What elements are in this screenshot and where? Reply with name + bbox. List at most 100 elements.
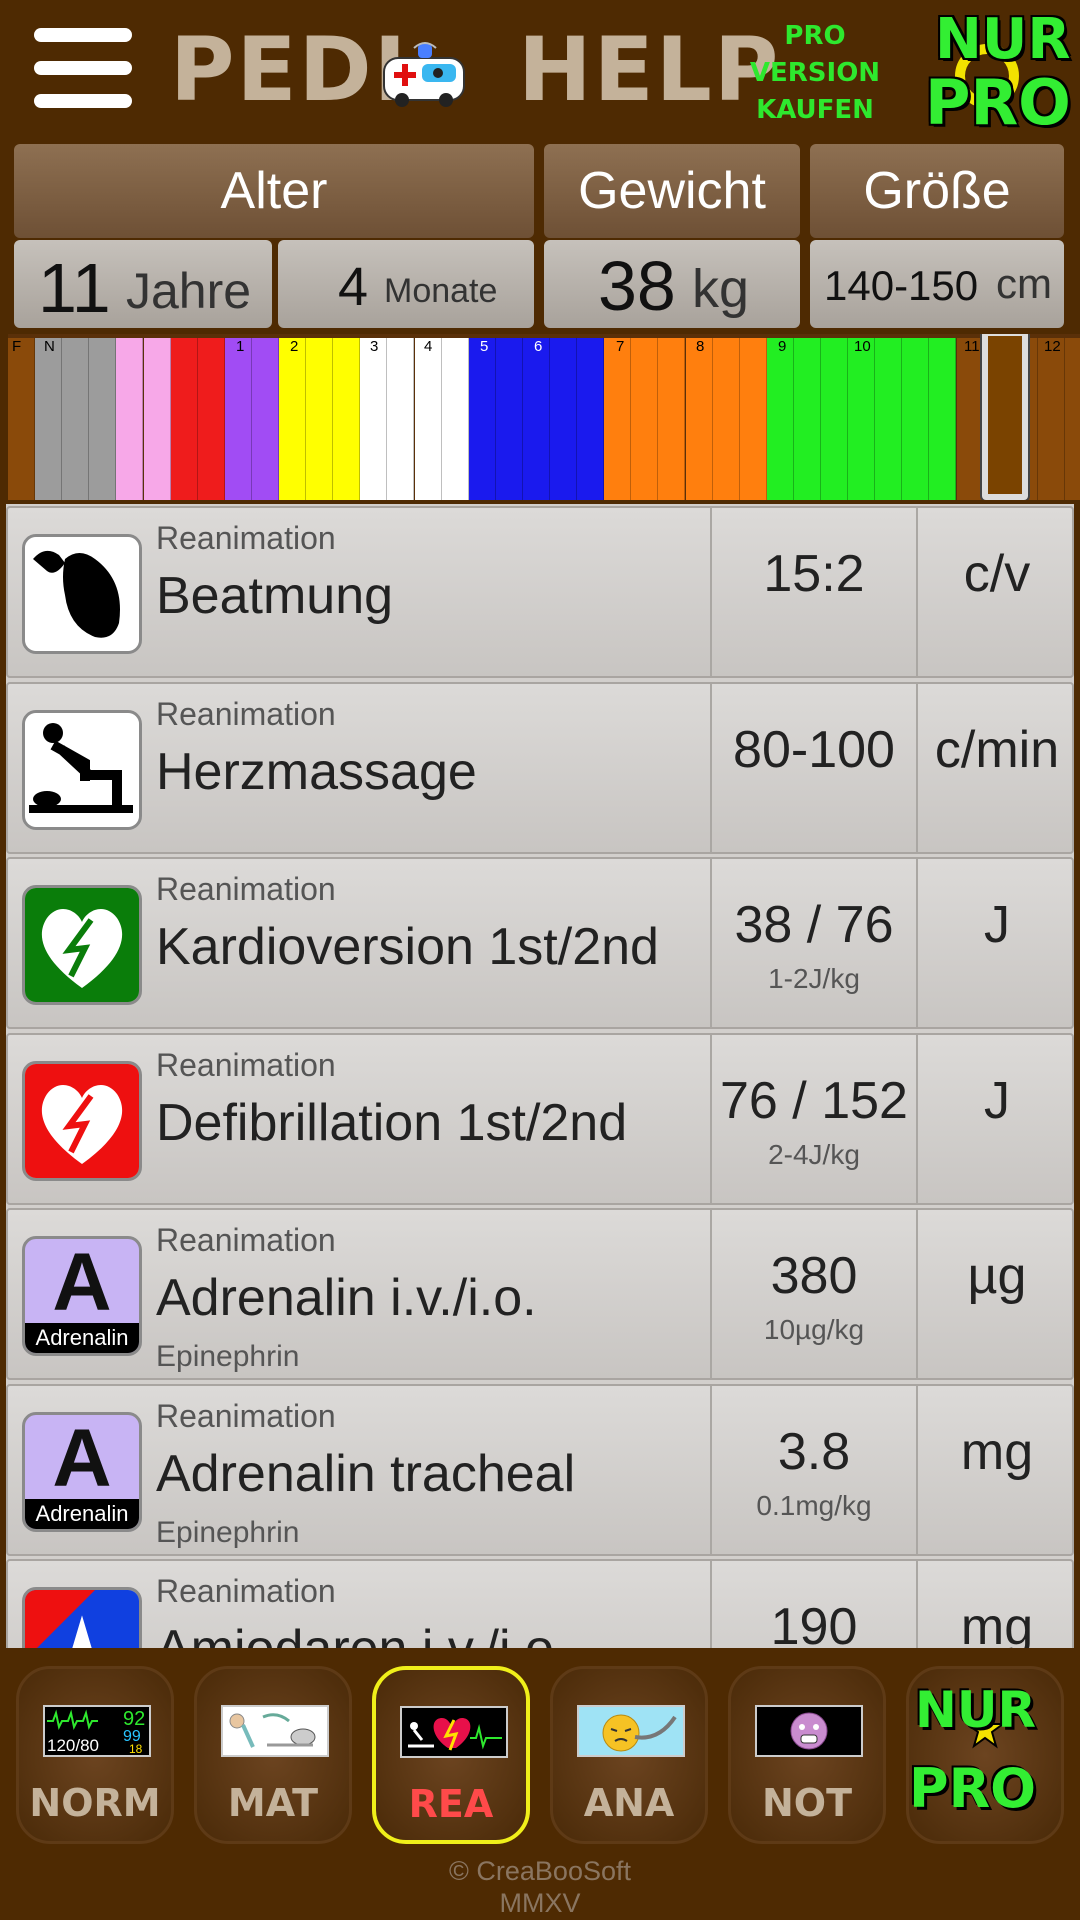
copyright-year: MMXV	[499, 1888, 581, 1918]
item-value-cell: 3.8 0.1mg/kg	[710, 1385, 918, 1554]
strip-color-cell[interactable]	[739, 338, 767, 500]
item-dose: 10µg/kg	[763, 1314, 865, 1345]
age-button[interactable]: Alter	[14, 144, 534, 238]
nav-mat-button[interactable]: MAT	[194, 1666, 352, 1844]
item-value: 15:2	[763, 545, 865, 603]
strip-color-cell[interactable]	[550, 338, 578, 500]
strip-color-cell[interactable]	[62, 338, 90, 500]
weight-button[interactable]: Gewicht	[544, 144, 800, 238]
item-name: Adrenalin i.v./i.o.	[156, 1269, 537, 1327]
list-item[interactable]: Reanimation Amiodaren i.v./i.o. 190 mg	[6, 1559, 1074, 1648]
nav-not-button[interactable]: NOT	[728, 1666, 886, 1844]
strip-color-cell[interactable]	[577, 338, 605, 500]
nav-pro-button[interactable]: NUR PRO	[906, 1666, 1064, 1844]
nav-ana-label: ANA	[583, 1781, 675, 1825]
strip-color-cell[interactable]	[360, 338, 388, 500]
nav-rea-button[interactable]: REA	[372, 1666, 530, 1844]
item-value: 190	[770, 1598, 858, 1648]
hamburger-menu-icon[interactable]	[34, 26, 132, 110]
item-name: Amiodaren i.v./i.o.	[156, 1619, 568, 1648]
buy-pro-line-2: VERSION	[749, 58, 881, 88]
equipment-icon	[221, 1705, 329, 1757]
strip-color-cell[interactable]	[712, 338, 740, 500]
height-unit: cm	[996, 260, 1052, 307]
weight-field[interactable]: 38 kg	[544, 240, 800, 328]
nur-pro-badge[interactable]: NUR PRO	[925, 10, 1075, 138]
months-field[interactable]: 4 Monate	[278, 240, 534, 328]
buy-pro-line-3: KAUFEN	[756, 95, 874, 125]
nav-ana-button[interactable]: ANA	[550, 1666, 708, 1844]
strip-selection-marker[interactable]	[982, 334, 1028, 500]
nav-norm-label: NORM	[29, 1781, 161, 1825]
years-field[interactable]: 11 Jahre	[14, 240, 272, 328]
monitor-rr: 18	[129, 1742, 143, 1755]
adrenalin-icon-caption: Adrenalin	[25, 1498, 139, 1529]
strip-color-cell[interactable]	[956, 338, 984, 500]
strip-color-cell[interactable]	[279, 338, 307, 500]
strip-color-cell[interactable]	[116, 338, 144, 500]
nav-norm-button[interactable]: 120/80 92 99 18 NORM	[16, 1666, 174, 1844]
strip-color-cell[interactable]	[848, 338, 876, 500]
nur-pro-text-1: NUR	[935, 7, 1071, 72]
strip-label: 7	[616, 338, 625, 355]
list-item[interactable]: Reanimation Herzmassage 80-100 c/min	[6, 681, 1074, 854]
item-category: Reanimation	[156, 1222, 336, 1258]
height-field[interactable]: 140-150 cm	[810, 240, 1064, 328]
item-name: Kardioversion 1st/2nd	[156, 918, 659, 976]
strip-color-cell[interactable]	[631, 338, 659, 500]
strip-color-cell[interactable]	[89, 338, 117, 500]
strip-color-cell[interactable]	[766, 338, 794, 500]
strip-label: 3	[370, 338, 379, 355]
list-item[interactable]: Reanimation Defibrillation 1st/2nd 76 / 15…	[6, 1032, 1074, 1205]
strip-color-cell[interactable]	[902, 338, 930, 500]
item-category: Reanimation	[156, 695, 336, 732]
strip-color-cell[interactable]	[414, 338, 442, 500]
height-value: 140-150	[824, 262, 979, 309]
strip-color-cell[interactable]	[8, 338, 36, 500]
strip-color-cell[interactable]	[333, 338, 361, 500]
item-unit: c/min	[934, 720, 1060, 779]
strip-color-cell[interactable]	[306, 338, 334, 500]
strip-label: N	[44, 338, 55, 355]
strip-label: 12	[1044, 338, 1061, 355]
list-item[interactable]: A Adrenalin Reanimation Adrenalin tracheal E…	[6, 1383, 1074, 1556]
strip-color-cell[interactable]	[522, 338, 550, 500]
item-value: 3.8	[777, 1422, 851, 1481]
strip-color-cell[interactable]	[1037, 338, 1065, 500]
strip-color-cell[interactable]	[1064, 338, 1080, 500]
strip-color-cell[interactable]	[604, 338, 632, 500]
strip-label: 6	[534, 338, 543, 355]
strip-color-cell[interactable]	[495, 338, 523, 500]
item-category: Reanimation	[156, 520, 336, 556]
strip-color-cell[interactable]	[35, 338, 63, 500]
item-unit: mg	[960, 1422, 1034, 1481]
strip-color-cell[interactable]	[821, 338, 849, 500]
strip-label: 2	[290, 338, 299, 355]
strip-color-cell[interactable]	[197, 338, 225, 500]
strip-color-cell[interactable]	[793, 338, 821, 500]
strip-color-cell[interactable]	[875, 338, 903, 500]
color-weight-strip[interactable]: F N 1 2 3 4 5 6 7 8 9 10 11 12	[8, 334, 1080, 500]
list-item[interactable]: Reanimation Kardioversion 1st/2nd 38 / 76 1…	[6, 857, 1074, 1029]
strip-color-cell[interactable]	[685, 338, 713, 500]
item-unit: c/v	[963, 545, 1031, 603]
strip-color-cell[interactable]	[170, 338, 198, 500]
strip-color-cell[interactable]	[658, 338, 686, 500]
item-unit: µg	[967, 1247, 1027, 1305]
medication-list[interactable]: Reanimation Beatmung 15:2 c/v Reanimation Her…	[6, 504, 1074, 1648]
strip-color-cell[interactable]	[468, 338, 496, 500]
nur-pro-text-2: PRO	[925, 66, 1071, 139]
bag-valve-mask-icon	[22, 534, 142, 654]
list-item[interactable]: Reanimation Beatmung 15:2 c/v	[6, 506, 1074, 678]
list-item[interactable]: A Adrenalin Reanimation Adrenalin i.v./i.o.…	[6, 1208, 1074, 1380]
strip-color-cell[interactable]	[251, 338, 279, 500]
strip-color-cell[interactable]	[387, 338, 415, 500]
strip-color-cell[interactable]	[143, 338, 171, 500]
header: PEDI HELP PRO VERSION KAUFEN NUR PRO	[0, 0, 1080, 140]
strip-color-cell[interactable]	[441, 338, 469, 500]
buy-pro-button[interactable]: PRO VERSION KAUFEN	[730, 18, 900, 130]
height-button[interactable]: Größe	[810, 144, 1064, 238]
adrenalin-icon-letter: A	[52, 1237, 112, 1328]
strip-color-cell[interactable]	[224, 338, 252, 500]
strip-color-cell[interactable]	[929, 338, 957, 500]
